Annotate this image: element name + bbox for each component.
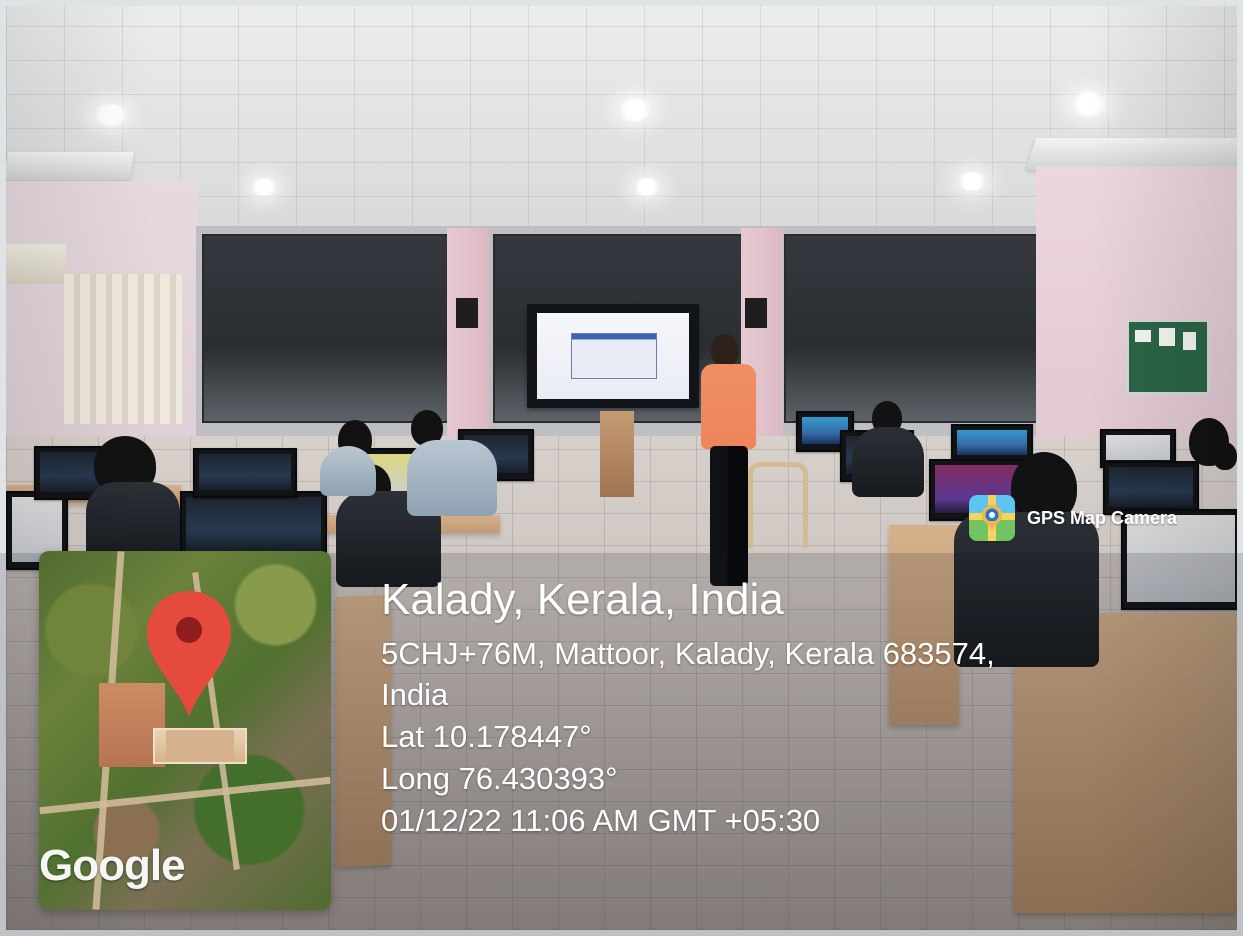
computer-monitor — [951, 424, 1033, 463]
ceiling-light — [957, 172, 987, 191]
left-curtain — [64, 274, 182, 424]
student-body — [86, 482, 180, 562]
gps-map-camera-brand: GPS Map Camera — [969, 495, 1177, 541]
back-window-left — [202, 234, 451, 423]
podium — [600, 411, 634, 497]
plastic-chair — [748, 462, 808, 548]
location-details: Kalady, Kerala, India 5CHJ+76M, Mattoor,… — [381, 576, 1181, 842]
air-conditioner — [6, 244, 66, 284]
location-title: Kalady, Kerala, India — [381, 575, 784, 624]
gps-camera-photo: GPS Map Camera Google Kalady, Kerala, In… — [0, 0, 1243, 936]
student-body — [320, 446, 376, 496]
speaker-right — [745, 298, 767, 328]
ceiling-light — [1070, 92, 1108, 116]
computer-monitor — [180, 491, 327, 559]
instructor-head — [711, 334, 739, 368]
instructor-shirt — [701, 364, 756, 449]
presentation-screen — [537, 313, 689, 399]
speaker-left — [456, 298, 478, 328]
ceiling-duct — [6, 152, 134, 180]
google-map-logo: Google — [39, 841, 186, 890]
notice-paper — [1183, 332, 1196, 350]
ceiling-light — [618, 98, 652, 122]
longitude-value: Long 76.430393° — [381, 761, 618, 797]
computer-monitor — [193, 448, 297, 498]
ceiling-light — [92, 104, 130, 126]
map-building — [153, 728, 247, 764]
latitude-value: Lat 10.178447° — [381, 719, 592, 755]
ceiling-light — [633, 178, 661, 196]
gps-map-camera-icon — [969, 495, 1015, 541]
map-thumbnail: Google — [39, 551, 331, 910]
student-head — [1213, 442, 1237, 470]
presentation-display — [527, 304, 699, 408]
map-road — [39, 776, 331, 815]
gps-map-camera-label: GPS Map Camera — [1027, 507, 1178, 528]
photo-timestamp: 01/12/22 11:06 AM GMT +05:30 — [381, 802, 821, 838]
address-line-2: India — [381, 677, 449, 713]
back-window-right — [784, 234, 1041, 423]
map-pin-icon — [147, 591, 231, 717]
address-line-1: 5CHJ+76M, Mattoor, Kalady, Kerala 683574… — [381, 635, 995, 671]
student-body — [852, 427, 924, 497]
notice-paper — [1135, 330, 1151, 342]
student-body — [407, 440, 497, 516]
notice-board — [1126, 319, 1210, 395]
presentation-window — [571, 333, 657, 379]
notice-paper — [1159, 328, 1175, 346]
ceiling-light — [250, 178, 278, 196]
